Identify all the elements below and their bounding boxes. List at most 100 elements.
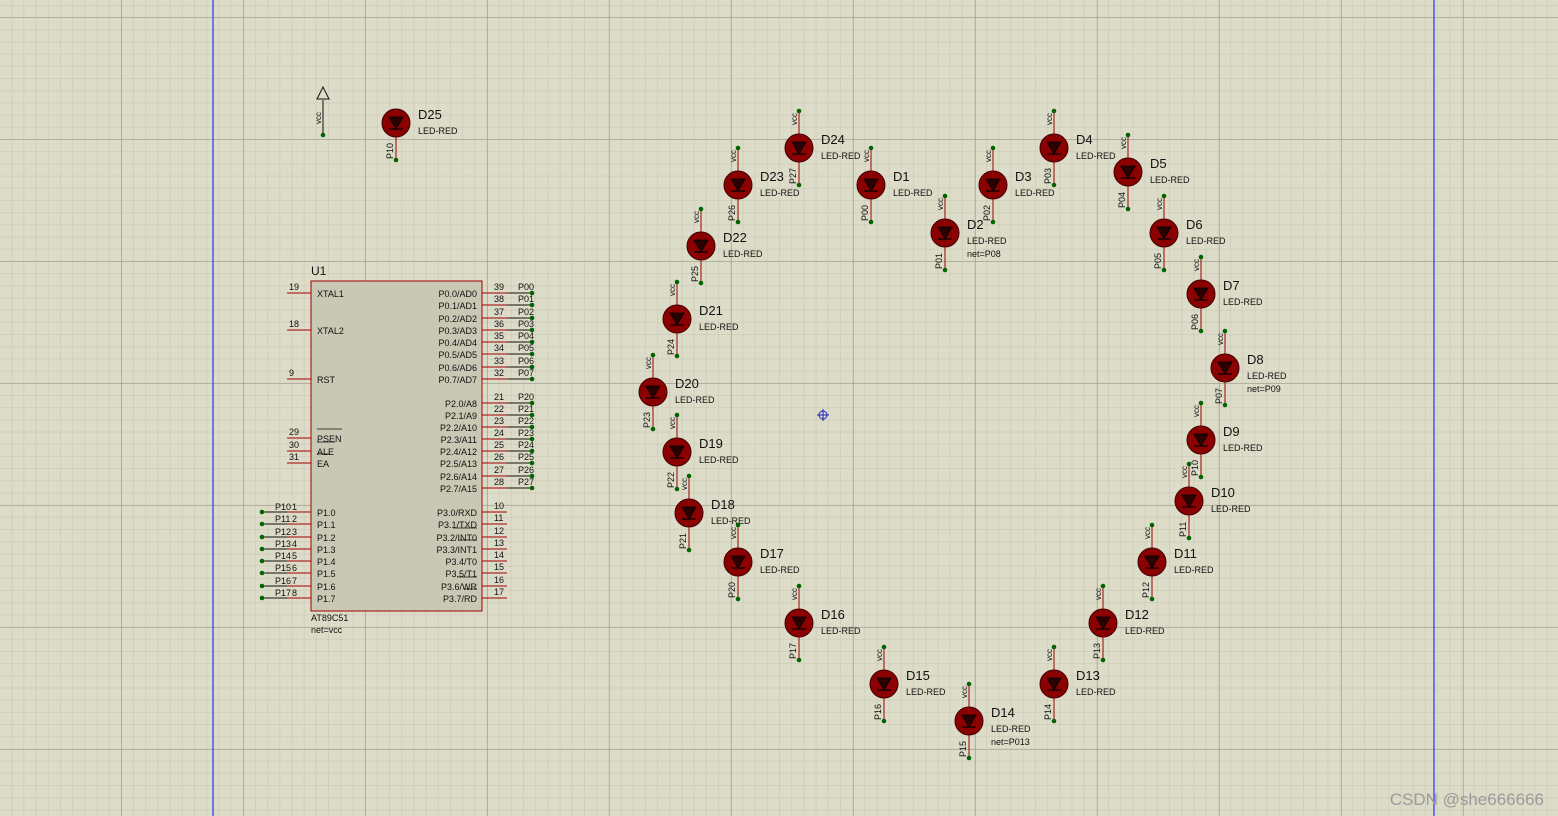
led-net-label: P01 [934,253,944,269]
led-ref: D7 [1223,278,1240,293]
mcu-pin-name: P3.2/INT0 [436,533,477,543]
led-net-label: P10 [1190,460,1200,476]
led-ref: D13 [1076,668,1100,683]
schematic-svg[interactable]: U1AT89C51net=vccXTAL119XTAL218RST9PSEN29… [0,0,1558,816]
mcu-pin-net: P01 [518,294,534,304]
led-ref: D6 [1186,217,1203,232]
led-part: LED-RED [1174,565,1214,575]
mcu-pin-number: 37 [494,307,504,317]
led-net-label: P25 [690,266,700,282]
led-net-label: P03 [1043,168,1053,184]
mcu-pin-net: P11 [275,514,290,524]
mcu-pin-number: 25 [494,440,504,450]
led-net-label: P26 [727,205,737,221]
mcu-pin-name: P0.7/AD7 [438,375,477,385]
led-part: LED-RED [1223,297,1263,307]
mcu-pin-number: 33 [494,356,504,366]
watermark: CSDN @she666666 [1389,790,1544,809]
junction-dot [1198,254,1204,260]
mcu-pin-net: P16 [275,576,291,586]
led-vcc-label: vcc [729,150,738,162]
mcu-pin-number: 29 [289,427,299,437]
junction-dot [259,509,265,515]
mcu-pin-number: 4 [292,539,297,549]
mcu-pin-net: P15 [275,563,291,573]
led-vcc-label: vcc [1143,527,1152,539]
junction-dot [735,522,741,528]
schematic-canvas[interactable]: U1 AT89C51 net=vcc XTAL1 19 XTAL2 18 RST 9 PSEN 29… [0,0,1558,816]
led-net-label: P10 [385,143,395,159]
led-vcc-label: vcc [1192,405,1201,417]
led-net-label: P24 [666,339,676,355]
led-net-label: P17 [788,643,798,659]
mcu-pin-name: P2.1/A9 [445,411,477,421]
junction-dot [1125,132,1131,138]
power-terminal-label: vcc [314,112,323,124]
led-ref: D17 [760,546,784,561]
led-ref: D24 [821,132,845,147]
mcu-pin-number: 13 [494,538,504,548]
led-part: LED-RED [1076,151,1116,161]
led-part: LED-RED [418,126,458,136]
led-net-label: P14 [1043,704,1053,720]
led-part: LED-RED [699,455,739,465]
led-ref: D25 [418,107,442,122]
mcu-pin-number: 7 [292,576,297,586]
mcu-pin-name: P2.2/A10 [440,423,477,433]
mcu-pin-net: P00 [518,282,534,292]
mcu-pin-name: P1.6 [317,582,336,592]
junction-dot [259,521,265,527]
mcu-pin-number: 12 [494,526,504,536]
mcu-pin-number: 39 [494,282,504,292]
mcu-pin-number: 18 [289,319,299,329]
led-net-label: P05 [1153,253,1163,269]
led-ref: D5 [1150,156,1167,171]
mcu-pin-name: PSEN [317,434,342,444]
junction-dot [1198,400,1204,406]
junction-dot [868,145,874,151]
mcu-pin-name: P2.6/A14 [440,472,477,482]
mcu-pin-number: 32 [494,368,504,378]
junction-dot [698,206,704,212]
junction-dot [259,546,265,552]
mcu-pin-number: 6 [292,563,297,573]
mcu-pin-number: 3 [292,527,297,537]
mcu-pin-name: P0.4/AD4 [438,338,477,348]
junction-dot [1100,583,1106,589]
led-part: LED-RED [1125,626,1165,636]
mcu-net: net=vcc [311,625,343,635]
led-ref: D14 [991,705,1015,720]
junction-dot [1051,644,1057,650]
mcu-pin-net: P14 [275,551,291,561]
junction-dot [1222,328,1228,334]
mcu-pin-name: P1.1 [317,520,336,530]
mcu-pin-name: ALE [317,447,334,457]
led-vcc-label: vcc [936,198,945,210]
led-net: net=P013 [991,737,1030,747]
led-vcc-label: vcc [1119,137,1128,149]
junction-dot [674,412,680,418]
junction-dot [320,132,326,138]
mcu-pin-number: 15 [494,562,504,572]
led-part: LED-RED [760,565,800,575]
mcu-pin-number: 38 [494,294,504,304]
led-ref: D11 [1174,546,1197,561]
mcu-pin-number: 21 [494,392,504,402]
mcu-pin-name: P2.3/A11 [441,435,477,445]
mcu-pin-number: 14 [494,550,504,560]
mcu-pin-name: P1.4 [317,557,336,567]
junction-dot [966,681,972,687]
junction-dot [259,595,265,601]
mcu-pin-name: XTAL2 [317,326,344,336]
led-part: LED-RED [1076,687,1116,697]
led-vcc-label: vcc [875,649,884,661]
mcu-pin-name: EA [317,459,329,469]
mcu-pin-number: 19 [289,282,299,292]
led-part: LED-RED [675,395,715,405]
junction-dot [686,473,692,479]
mcu-pin-name: P0.0/AD0 [438,289,477,299]
mcu-pin-net: P10 [275,502,291,512]
led-part: LED-RED [723,249,763,259]
mcu-pin-name: RST [317,375,336,385]
power-terminal-arrow[interactable] [316,85,330,100]
